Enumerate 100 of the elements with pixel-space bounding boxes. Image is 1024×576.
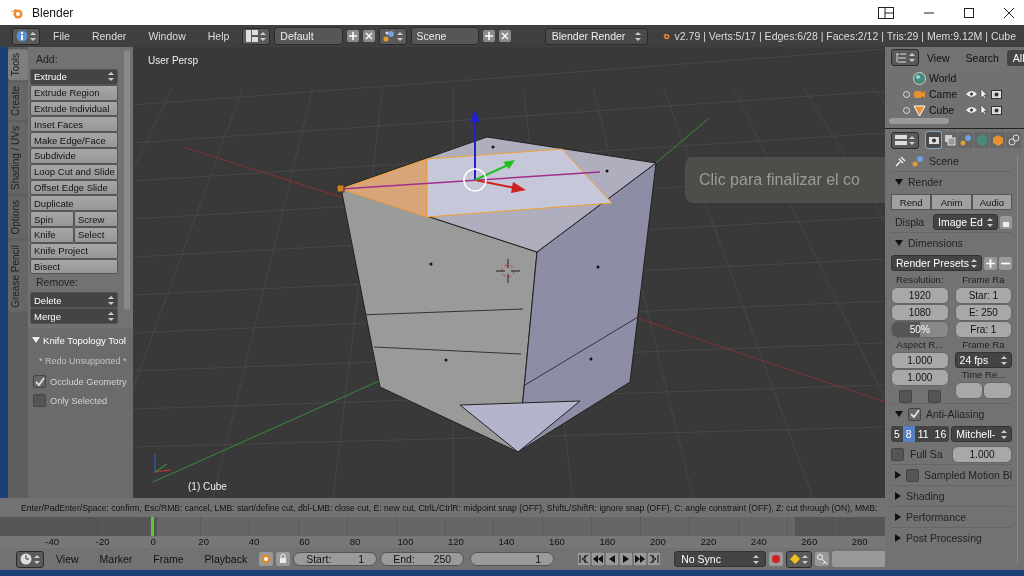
close-icon[interactable] [362,30,375,42]
menu-item[interactable]: Marker [90,553,142,565]
number-field[interactable] [954,382,984,399]
tool-button[interactable]: Screw [74,211,118,227]
playback-control-icon[interactable] [605,552,620,566]
number-field[interactable]: 1.000 [891,352,949,369]
menu-item[interactable]: Window [139,30,195,42]
menu-item[interactable]: Frame [144,553,193,565]
number-field[interactable]: E: 250 [954,304,1013,321]
editor-type-button[interactable] [16,550,44,568]
disclosure-triangle-icon[interactable] [895,492,901,500]
percent-slider[interactable]: 50% [891,321,949,338]
menu-item[interactable]: View [919,51,958,64]
checkbox[interactable] [891,447,904,461]
playback-control-icon[interactable] [619,552,634,566]
display-filter-dropdown[interactable]: All [1006,49,1024,66]
outliner-item[interactable]: Came [929,88,963,100]
outliner-item[interactable]: Cube [929,104,963,116]
playback-control-icon[interactable] [591,552,606,566]
checkbox[interactable] [33,394,46,407]
tool-button[interactable]: Spin [30,211,74,227]
scene-selector-button[interactable] [378,27,407,45]
tool-button[interactable]: Duplicate [30,195,118,212]
number-field[interactable]: 1080 [891,304,949,321]
close-icon[interactable] [1004,7,1014,18]
camera-icon[interactable] [991,89,1002,99]
outliner-item[interactable]: World [929,72,963,84]
number-field[interactable]: Fra: 1 [954,321,1013,338]
render-presets-dropdown[interactable]: Render Presets [891,255,983,271]
maximize-icon[interactable] [964,7,974,18]
add-icon[interactable] [346,30,359,42]
properties-tab[interactable] [926,132,941,148]
disclosure-triangle-icon[interactable] [895,179,903,185]
menu-item[interactable]: Help [198,30,239,42]
render-engine-dropdown[interactable]: Blender Render [544,27,649,45]
checkbox[interactable] [33,375,46,388]
layout-field[interactable]: Default [274,27,343,45]
keying-set-button[interactable] [786,550,813,568]
number-field[interactable]: 1.000 [952,445,1013,463]
checkbox[interactable] [927,390,941,403]
display-dropdown[interactable]: Image Ed [933,214,999,230]
tool-dropdown[interactable]: Merge [30,308,118,324]
sample-option[interactable]: 11 [914,426,932,442]
snap-layout-icon[interactable] [878,6,894,19]
editor-type-button[interactable] [891,131,919,149]
key-icon[interactable] [815,552,830,566]
layout-selector-button[interactable] [242,27,271,45]
render-button[interactable]: Audio [971,194,1013,210]
playback-control-icon[interactable] [633,552,648,566]
editor-type-button[interactable] [12,27,40,45]
camera-icon[interactable] [991,105,1002,115]
eye-icon[interactable] [966,106,977,114]
sync-mode-dropdown[interactable]: No Sync [674,551,767,567]
number-field[interactable]: 1.000 [891,369,949,386]
checkbox[interactable] [898,390,912,403]
menu-item[interactable]: Search [957,51,1007,64]
sample-option[interactable]: 5 [891,426,903,442]
add-icon[interactable] [984,256,998,270]
number-field[interactable] [983,382,1013,399]
eye-icon[interactable] [966,90,977,98]
tool-dropdown[interactable]: Extrude [30,69,118,85]
tool-dropdown[interactable]: Delete [30,292,118,309]
playhead[interactable] [150,517,154,536]
checkbox[interactable] [906,468,919,482]
menu-item[interactable]: View [47,553,88,565]
keying-field[interactable] [832,551,885,567]
properties-tab[interactable] [1006,132,1021,148]
tool-button[interactable]: Inset Faces [30,116,118,133]
number-field[interactable]: 1920 [891,287,949,304]
playback-control-icon[interactable] [647,552,662,566]
sample-option[interactable]: 16 [931,426,950,442]
tool-button[interactable]: Make Edge/Face [30,132,118,148]
start-frame-field[interactable]: Start: 1 [293,552,378,566]
end-frame-field[interactable]: End: 250 [380,552,465,566]
timeline-track[interactable] [0,517,885,536]
editor-type-button[interactable] [891,49,919,66]
sample-option[interactable]: 8 [902,426,915,442]
disclosure-triangle-icon[interactable] [895,534,901,542]
preview-range-icon[interactable] [259,552,274,566]
scene-field[interactable]: Scene [410,27,479,45]
scrollbar[interactable] [889,118,949,124]
toolshelf-tab[interactable]: Tools [8,49,28,81]
menu-item[interactable]: Render [82,30,136,42]
filter-dropdown[interactable]: Mitchell- [951,426,1013,442]
frame-rate-dropdown[interactable]: 24 fps [954,352,1013,368]
playback-control-icon[interactable] [577,552,592,566]
remove-icon[interactable] [999,256,1013,270]
menu-item[interactable]: Playback [195,553,257,565]
close-icon[interactable] [498,30,511,42]
render-button[interactable]: Rend [891,194,932,210]
number-field[interactable]: Star: 1 [954,287,1013,304]
scrollbar[interactable] [124,50,130,310]
checkbox[interactable] [908,407,921,421]
disclosure-triangle-icon[interactable] [895,240,903,246]
disclosure-triangle-icon[interactable] [895,513,901,521]
menu-item[interactable]: File [44,30,79,42]
current-frame-field[interactable]: 1 [470,552,555,566]
pin-icon[interactable] [895,155,907,167]
add-icon[interactable] [482,30,495,42]
render-button[interactable]: Anim [931,194,972,210]
